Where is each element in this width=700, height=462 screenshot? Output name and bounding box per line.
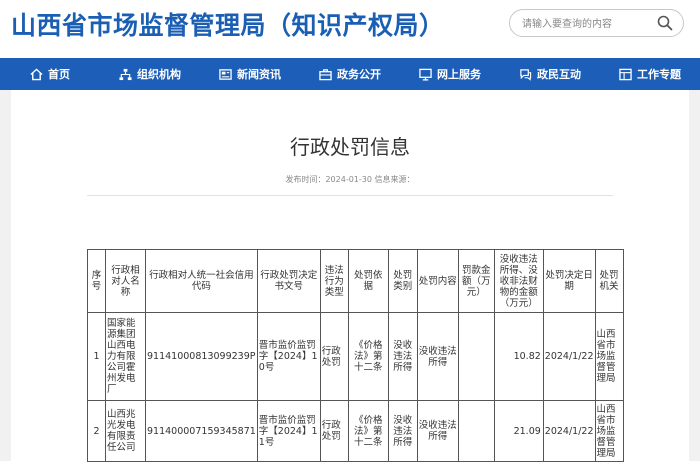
table-header: 处罚内容 <box>416 249 459 313</box>
nav-item-topics[interactable]: 工作专题 <box>600 58 700 90</box>
nav-label: 政民互动 <box>537 68 581 81</box>
nav-label: 组织机构 <box>137 68 181 81</box>
table-cell: 2 <box>87 400 106 462</box>
table-cell: 行政处罚 <box>319 400 349 462</box>
table-header: 罚款金额（万元） <box>457 249 495 313</box>
nav-item-gov-affairs[interactable]: 政务公开 <box>300 58 400 90</box>
news-icon <box>219 68 232 80</box>
table-header-row: 序号 行政相对人名称 行政相对人统一社会信用代码 行政处罚决定书文号 违法行为类… <box>87 249 624 313</box>
nav-label: 首页 <box>48 68 70 81</box>
briefcase-icon <box>319 68 332 80</box>
home-icon <box>30 67 43 80</box>
nav-label: 工作专题 <box>637 68 681 81</box>
table-cell: 行政处罚 <box>319 312 349 401</box>
table-header: 没收违法所得、没收非法财物的金额（万元） <box>493 249 544 313</box>
search-icon[interactable] <box>657 15 673 31</box>
table-cell: 91141000813099239P <box>145 312 258 401</box>
table-row: 1 国家能源集团山西电力有限公司霍州发电厂 91141000813099239P… <box>87 312 624 401</box>
monitor-icon <box>419 68 432 81</box>
table-cell: 21.09 <box>493 400 544 462</box>
site-header: 山西省市场监督管理局（知识产权局） <box>0 0 700 58</box>
search-input[interactable] <box>520 14 654 34</box>
table-cell <box>457 312 495 401</box>
main-nav: 首页 组织机构 新闻资讯 政务公开 网上服务 政民互动 工作专题 <box>0 58 700 90</box>
table-header: 处罚决定日期 <box>542 249 596 313</box>
title-divider <box>87 195 613 196</box>
table-cell: 911400007159345871 <box>145 400 258 462</box>
table-cell: 《价格法》第十二条 <box>347 312 389 401</box>
article-meta: 发布时间：2024-01-30 信息来源： <box>285 175 415 184</box>
nav-label: 新闻资讯 <box>237 68 281 81</box>
nav-item-home[interactable]: 首页 <box>0 58 100 90</box>
search-box[interactable] <box>509 9 684 37</box>
table-cell: 晋市监价监罚字【2024】10号 <box>256 312 321 401</box>
article-title: 行政处罚信息 <box>290 135 410 159</box>
site-title[interactable]: 山西省市场监督管理局（知识产权局） <box>11 6 445 42</box>
interaction-icon <box>520 68 532 81</box>
table-header: 处罚机关 <box>594 249 624 313</box>
table-cell: 1 <box>87 312 106 401</box>
table-cell: 2024/1/22 <box>542 312 596 401</box>
table-cell: 《价格法》第十二条 <box>347 400 389 462</box>
table-cell: 山西省市场监督管理局 <box>594 312 624 401</box>
nav-item-online-service[interactable]: 网上服务 <box>400 58 500 90</box>
table-cell: 国家能源集团山西电力有限公司霍州发电厂 <box>105 312 146 401</box>
table-header: 序号 <box>87 249 106 313</box>
table-header: 行政处罚决定书文号 <box>256 249 321 313</box>
nav-item-organization[interactable]: 组织机构 <box>100 58 200 90</box>
table-header: 行政相对人统一社会信用代码 <box>145 249 258 313</box>
nav-item-news[interactable]: 新闻资讯 <box>200 58 300 90</box>
nav-label: 政务公开 <box>337 68 381 81</box>
table-cell: 晋市监价监罚字【2024】11号 <box>256 400 321 462</box>
table-header: 处罚依据 <box>347 249 389 313</box>
table-cell: 10.82 <box>493 312 544 401</box>
table-cell: 没收违法所得 <box>387 312 418 401</box>
table-header: 行政相对人名称 <box>105 249 146 313</box>
table-header: 违法行为类型 <box>319 249 349 313</box>
penalty-table: 序号 行政相对人名称 行政相对人统一社会信用代码 行政处罚决定书文号 违法行为类… <box>87 249 624 462</box>
org-icon <box>119 68 132 80</box>
table-cell: 山西兆光发电有限责任公司 <box>105 400 146 462</box>
table-cell: 没收违法所得 <box>416 312 459 401</box>
table-row: 2 山西兆光发电有限责任公司 911400007159345871 晋市监价监罚… <box>87 400 624 462</box>
table-cell: 2024/1/22 <box>542 400 596 462</box>
table-cell: 山西省市场监督管理局 <box>594 400 624 462</box>
table-header: 处罚类别 <box>387 249 418 313</box>
table-cell <box>457 400 495 462</box>
table-cell: 没收违法所得 <box>387 400 418 462</box>
nav-label: 网上服务 <box>437 68 481 81</box>
topic-icon <box>619 68 632 80</box>
nav-item-interaction[interactable]: 政民互动 <box>500 58 600 90</box>
table-cell: 没收违法所得 <box>416 400 459 462</box>
